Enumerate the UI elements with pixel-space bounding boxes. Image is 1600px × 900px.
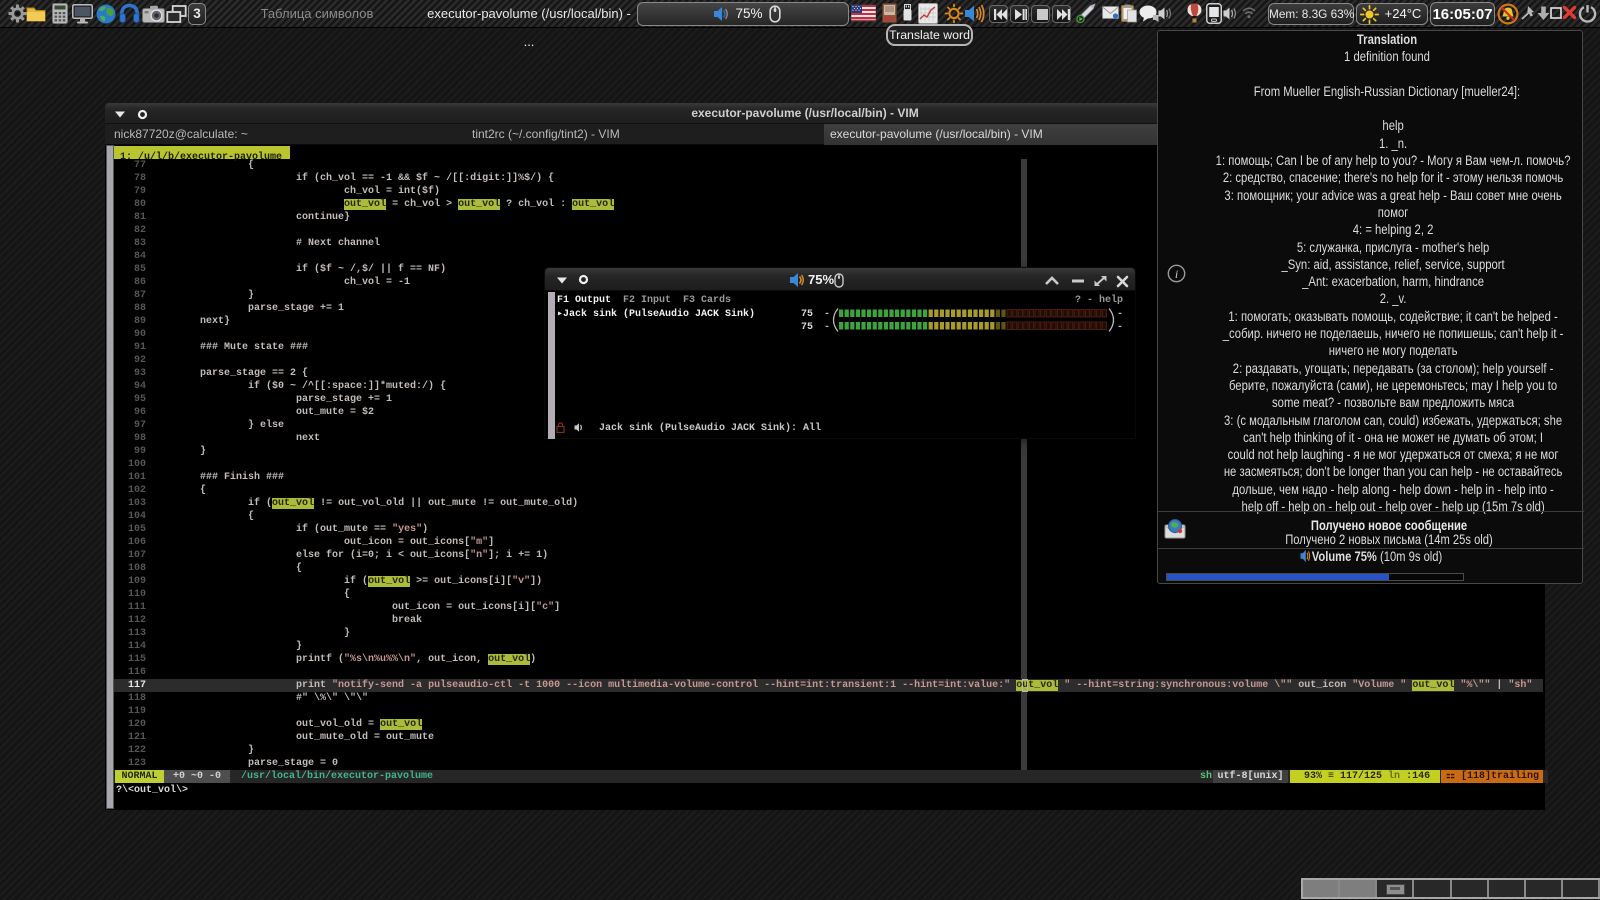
- svg-text:-: -: [1117, 322, 1123, 333]
- svg-text:-: -: [1117, 309, 1123, 320]
- svg-text:-: -: [824, 309, 830, 320]
- svg-text:i: i: [1175, 267, 1178, 281]
- svg-text:-: -: [824, 322, 830, 333]
